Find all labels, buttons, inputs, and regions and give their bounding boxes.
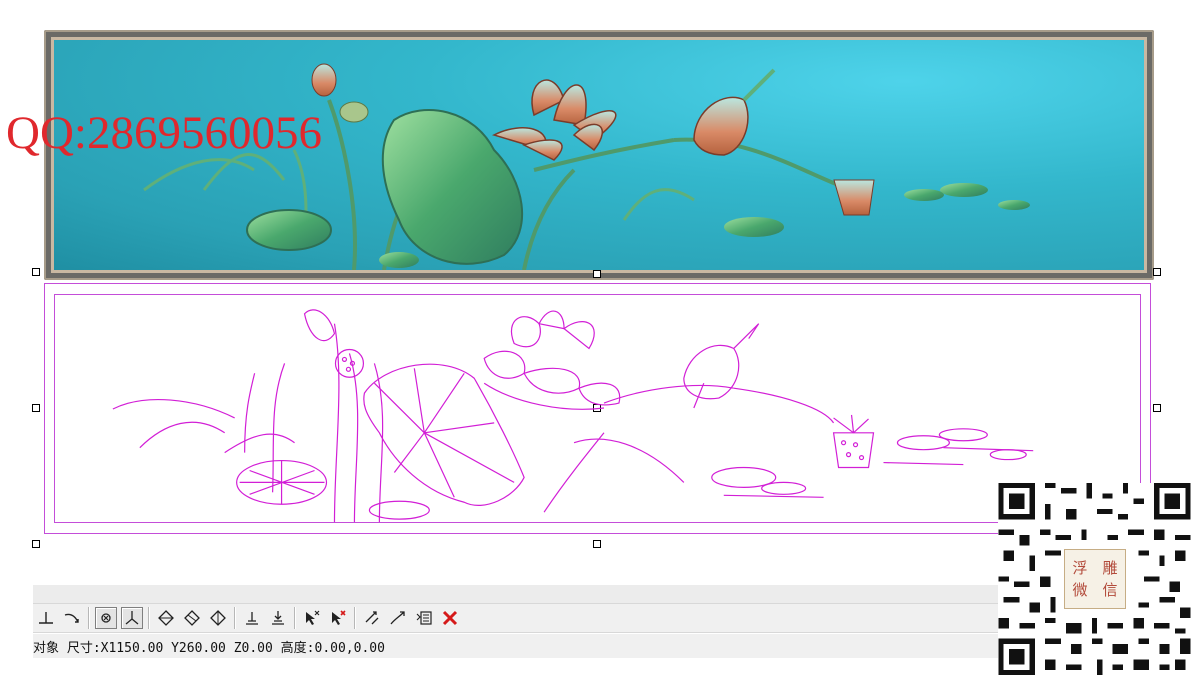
transform-node-icon[interactable] bbox=[361, 607, 383, 629]
toolbar-separator bbox=[294, 607, 296, 629]
perpendicular-icon[interactable] bbox=[35, 607, 57, 629]
align-bottom-icon[interactable] bbox=[241, 607, 263, 629]
selection-handle[interactable] bbox=[593, 540, 601, 548]
snap-axis-icon[interactable] bbox=[121, 607, 143, 629]
select-remove-icon[interactable] bbox=[327, 607, 349, 629]
selection-handle[interactable] bbox=[593, 270, 601, 278]
qr-center-badge: 浮 雕 微 信 bbox=[1064, 549, 1126, 609]
curve-arrow-icon[interactable] bbox=[61, 607, 83, 629]
lotus-vector-lines bbox=[112, 309, 1034, 523]
selection-handle[interactable] bbox=[32, 268, 40, 276]
status-text: 对象 尺寸:X1150.00 Y260.00 Z0.00 高度:0.00,0.0… bbox=[33, 640, 385, 656]
qq-watermark: QQ:2869560056 bbox=[6, 107, 322, 159]
toolbar-separator bbox=[88, 607, 90, 629]
badge-char: 微 bbox=[1072, 581, 1088, 599]
selection-handle[interactable] bbox=[32, 540, 40, 548]
selection-handle[interactable] bbox=[1153, 268, 1161, 276]
selection-handle[interactable] bbox=[32, 404, 40, 412]
qr-code: 浮 雕 微 信 bbox=[998, 483, 1191, 675]
badge-char: 浮 bbox=[1072, 559, 1088, 577]
toolbar-separator bbox=[234, 607, 236, 629]
badge-char: 信 bbox=[1102, 581, 1118, 599]
node-diamond-alt-icon[interactable] bbox=[181, 607, 203, 629]
toolbar-separator bbox=[148, 607, 150, 629]
badge-char: 雕 bbox=[1102, 559, 1118, 577]
delete-icon[interactable] bbox=[439, 607, 461, 629]
selection-handle[interactable] bbox=[1153, 404, 1161, 412]
select-add-icon[interactable] bbox=[301, 607, 323, 629]
edit-curve-icon[interactable] bbox=[387, 607, 409, 629]
vector-drawing[interactable] bbox=[44, 283, 1151, 534]
toolbar-separator bbox=[354, 607, 356, 629]
node-diamond-icon[interactable] bbox=[155, 607, 177, 629]
snap-point-icon[interactable] bbox=[95, 607, 117, 629]
node-diamond-cross-icon[interactable] bbox=[207, 607, 229, 629]
align-bottom-arrow-icon[interactable] bbox=[267, 607, 289, 629]
list-edit-icon[interactable] bbox=[413, 607, 435, 629]
